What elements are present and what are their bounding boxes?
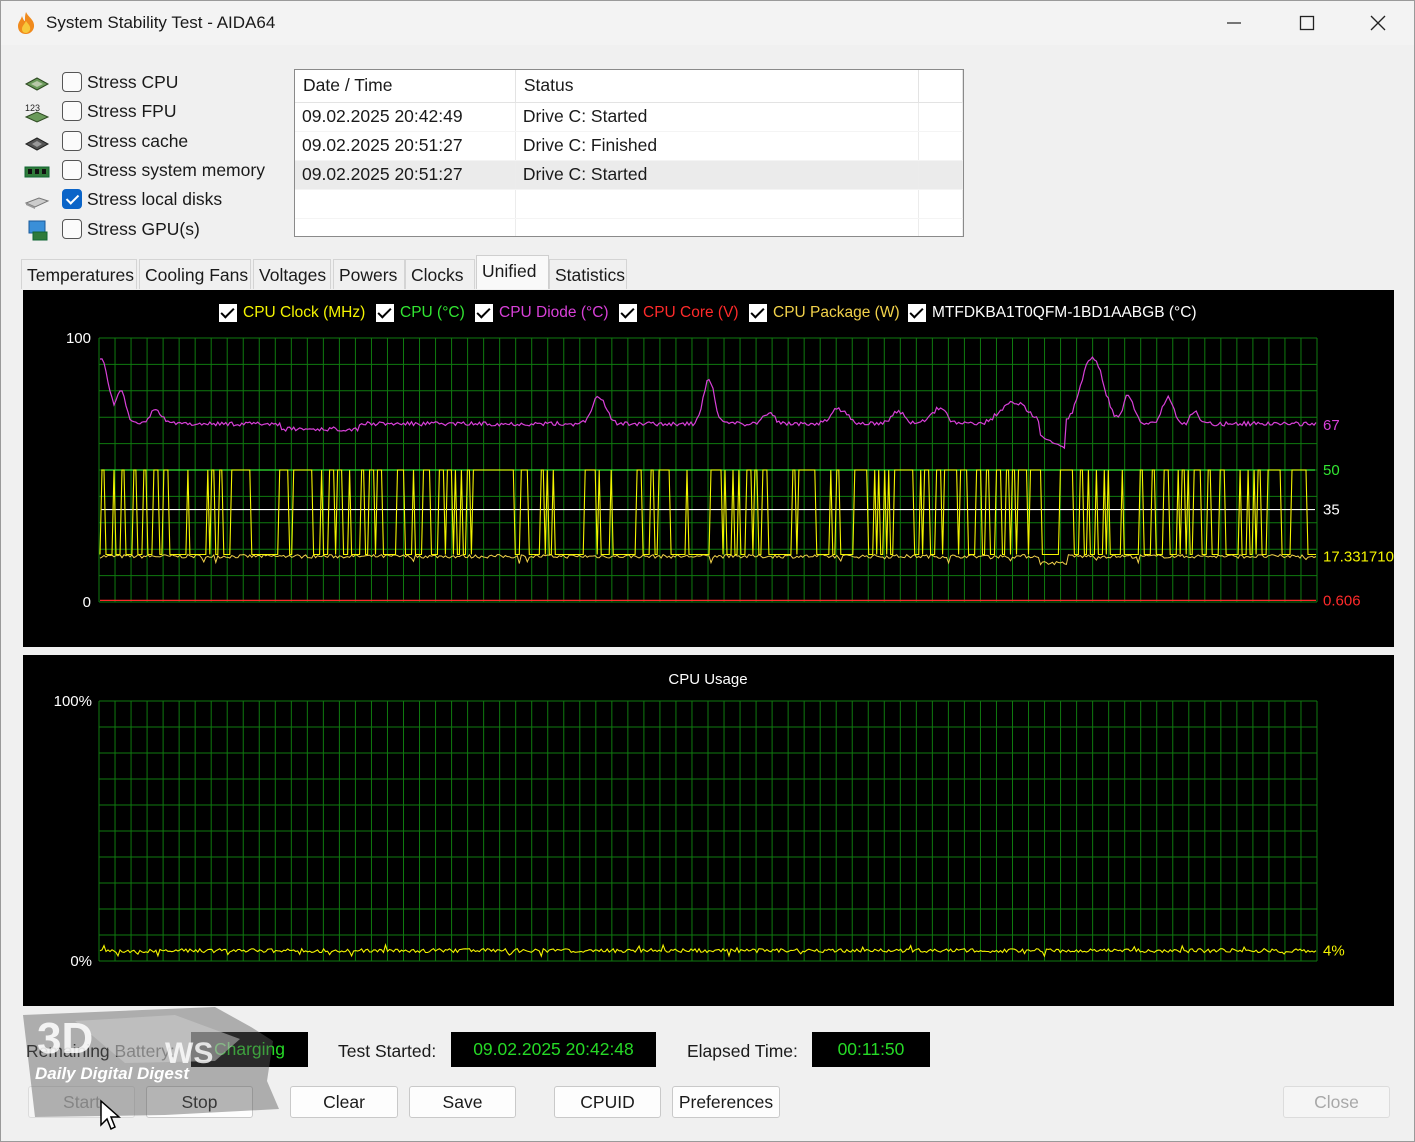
close-icon	[1370, 15, 1386, 31]
current-value-label: 67	[1323, 417, 1340, 434]
svg-text:3D: 3D	[37, 1014, 93, 1063]
log-spacer	[918, 131, 963, 161]
gpu-monitor-icon	[28, 220, 48, 241]
stress-memory-label: Stress system memory	[87, 160, 265, 180]
y-tick-label: 0%	[70, 953, 92, 970]
maximize-icon	[1299, 15, 1315, 31]
option-stress-disks[interactable]: Stress local disks	[23, 187, 283, 213]
column-header-status[interactable]: Status	[515, 70, 920, 103]
cache-chip-icon	[24, 137, 50, 151]
stress-disks-label: Stress local disks	[87, 189, 223, 209]
aida64-flame-icon	[18, 12, 35, 34]
log-spacer	[918, 102, 963, 132]
current-value-label: 17.331710	[1323, 548, 1394, 565]
stress-gpu-checkbox[interactable]	[62, 219, 82, 239]
cpu-usage-chart: CPU Usage 100% 0% 4%	[23, 655, 1394, 1006]
y-tick-label: 0	[83, 594, 91, 611]
minimize-button[interactable]	[1198, 1, 1270, 45]
current-value-label: 50	[1323, 462, 1340, 479]
clear-button[interactable]: Clear	[290, 1086, 398, 1118]
memory-module-icon	[24, 166, 50, 178]
cpu-chip-icon	[24, 77, 50, 91]
chart-title: CPU Usage	[668, 671, 747, 688]
log-row-empty	[295, 189, 963, 219]
tab-voltages[interactable]: Voltages	[253, 259, 331, 289]
stress-cpu-label: Stress CPU	[87, 72, 179, 92]
elapsed-time-value: 00:11:50	[812, 1032, 930, 1067]
tab-statistics[interactable]: Statistics	[549, 259, 627, 289]
tab-cooling-fans[interactable]: Cooling Fans	[139, 259, 251, 289]
chart-grid	[98, 700, 1318, 962]
log-datetime: 09.02.2025 20:42:49	[295, 102, 516, 132]
save-button[interactable]: Save	[409, 1086, 516, 1118]
column-header-spacer	[918, 70, 963, 103]
y-tick-label: 100	[66, 330, 91, 347]
window-close-button[interactable]	[1342, 1, 1414, 45]
current-value-label: 35	[1323, 502, 1340, 519]
stress-cache-checkbox[interactable]	[62, 131, 82, 151]
stress-memory-checkbox[interactable]	[62, 160, 82, 180]
event-log-list[interactable]: Date / Time Status 09.02.2025 20:42:49 D…	[294, 69, 964, 237]
test-started-label: Test Started:	[338, 1041, 437, 1061]
current-value-label: 0.606	[1323, 592, 1361, 609]
aida64-window: System Stability Test - AIDA64 Stress CP…	[0, 0, 1415, 1142]
test-started-value: 09.02.2025 20:42:48	[451, 1032, 656, 1067]
cpuid-button[interactable]: CPUID	[554, 1086, 661, 1118]
current-value-label: 4%	[1323, 943, 1345, 960]
log-row-selected[interactable]: 09.02.2025 20:51:27 Drive C: Started	[295, 160, 963, 190]
y-tick-label: 100%	[54, 693, 92, 710]
tab-unified[interactable]: Unified	[476, 255, 549, 289]
log-row[interactable]: 09.02.2025 20:51:27 Drive C: Finished	[295, 131, 963, 161]
elapsed-time-label: Elapsed Time:	[687, 1041, 798, 1061]
window-title: System Stability Test - AIDA64	[46, 13, 276, 32]
tab-temperatures[interactable]: Temperatures	[21, 259, 137, 289]
log-datetime: 09.02.2025 20:51:27	[295, 160, 516, 190]
stress-cache-label: Stress cache	[87, 131, 189, 151]
cpu-usage-plot: CPU Usage 100% 0% 4%	[54, 671, 1345, 970]
tab-clocks[interactable]: Clocks	[405, 259, 475, 289]
stress-fpu-label: Stress FPU	[87, 101, 177, 121]
option-stress-memory[interactable]: Stress system memory	[23, 158, 283, 184]
close-button[interactable]: Close	[1283, 1086, 1390, 1118]
maximize-button[interactable]	[1271, 1, 1343, 45]
fpu-123-icon: 123	[24, 103, 50, 123]
disk-drive-icon	[24, 197, 50, 209]
log-status: Drive C: Started	[515, 102, 920, 132]
mouse-cursor-icon	[100, 1099, 121, 1131]
stress-disks-checkbox[interactable]	[62, 189, 82, 209]
title-bar[interactable]: System Stability Test - AIDA64	[1, 1, 1414, 45]
option-stress-gpu[interactable]: Stress GPU(s)	[23, 217, 283, 243]
stress-gpu-label: Stress GPU(s)	[87, 219, 200, 239]
unified-sensor-chart: CPU Clock (MHz) CPU (°C) CPU Diode (°C) …	[23, 290, 1394, 647]
preferences-button[interactable]: Preferences	[672, 1086, 780, 1118]
tab-powers[interactable]: Powers	[333, 259, 405, 289]
log-status: Drive C: Finished	[515, 131, 920, 161]
log-status: Drive C: Started	[515, 160, 920, 190]
stress-fpu-checkbox[interactable]	[62, 101, 82, 121]
3dnews-watermark-logo: 3D WS Daily Digital Digest	[23, 1007, 279, 1117]
log-spacer	[918, 160, 963, 190]
option-stress-cpu[interactable]: Stress CPU	[23, 70, 283, 96]
svg-text:Daily Digital Digest: Daily Digital Digest	[35, 1064, 190, 1083]
log-datetime: 09.02.2025 20:51:27	[295, 131, 516, 161]
column-header-datetime[interactable]: Date / Time	[295, 70, 516, 103]
log-row-empty	[295, 218, 963, 236]
option-stress-cache[interactable]: Stress cache	[23, 129, 283, 155]
option-stress-fpu[interactable]: 123 Stress FPU	[23, 99, 283, 125]
svg-text:123: 123	[25, 103, 40, 113]
stress-cpu-checkbox[interactable]	[62, 72, 82, 92]
minimize-icon	[1227, 22, 1241, 24]
unified-chart-plot: 100 0 67 50 35 17.331710 0.606	[66, 330, 1394, 611]
log-row[interactable]: 09.02.2025 20:42:49 Drive C: Started	[295, 102, 963, 132]
